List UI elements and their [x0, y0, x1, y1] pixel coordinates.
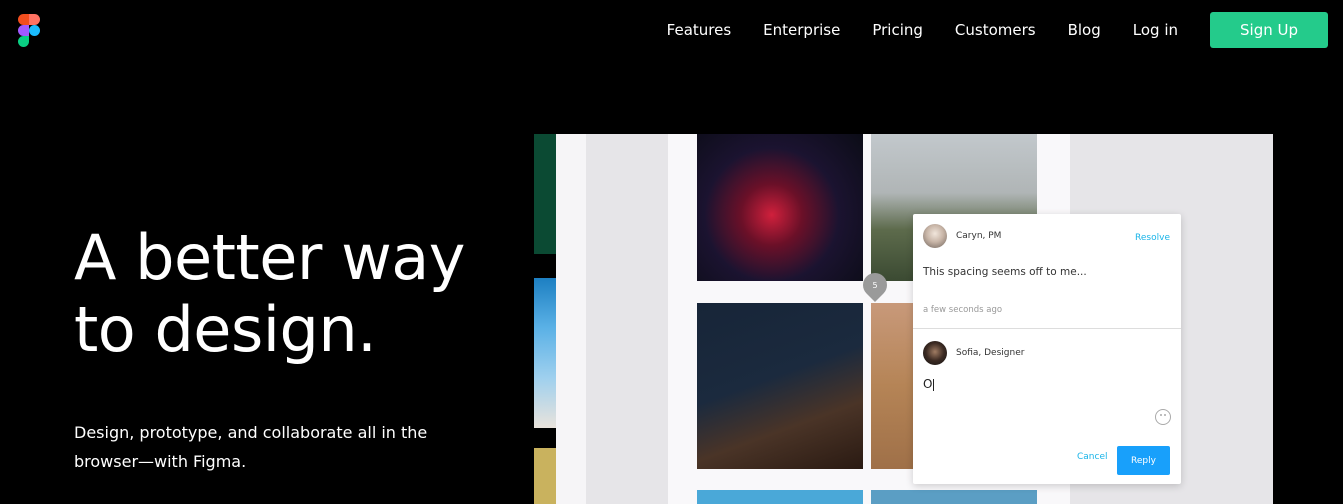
avatar [923, 224, 947, 248]
comment-message: This spacing seems off to me... [923, 266, 1087, 278]
reply-header: Sofia, Designer [923, 341, 1024, 365]
neon-city-photo [697, 134, 863, 281]
nav-features[interactable]: Features [667, 21, 732, 39]
comment-author: Caryn, PM [956, 231, 1002, 241]
reply-button[interactable]: Reply [1117, 446, 1170, 475]
night-rock-photo [697, 303, 863, 469]
hero-title-line1: A better way [74, 221, 465, 294]
canvas-gutter [556, 134, 586, 504]
hero-title-line2: to design. [74, 293, 377, 366]
nav-blog[interactable]: Blog [1068, 21, 1101, 39]
hero-title: A better way to design. [74, 222, 465, 366]
top-nav: Features Enterprise Pricing Customers Bl… [635, 12, 1328, 48]
reply-input[interactable]: O [923, 377, 935, 391]
nav-enterprise[interactable]: Enterprise [763, 21, 840, 39]
divider [913, 328, 1181, 329]
hero-subtitle: Design, prototype, and collaborate all i… [74, 423, 428, 471]
comment-header: Caryn, PM [923, 224, 1001, 248]
comment-pin-number: 5 [872, 280, 878, 290]
resolve-link[interactable]: Resolve [1135, 233, 1170, 243]
product-showcase: 5 Caryn, PM Resolve This spacing seems o… [534, 134, 1273, 504]
reply-input-text: O [923, 377, 933, 391]
signup-button[interactable]: Sign Up [1210, 12, 1328, 48]
cancel-button[interactable]: Cancel [1077, 452, 1108, 462]
nav-customers[interactable]: Customers [955, 21, 1036, 39]
reply-author: Sofia, Designer [956, 348, 1025, 358]
figma-logo[interactable] [18, 14, 42, 48]
nav-login[interactable]: Log in [1133, 21, 1178, 39]
comment-timestamp: a few seconds ago [923, 305, 1003, 315]
nav-pricing[interactable]: Pricing [872, 21, 923, 39]
comment-card: Caryn, PM Resolve This spacing seems off… [913, 214, 1181, 484]
avatar [923, 341, 947, 365]
sea-photo-right [871, 490, 1037, 504]
left-image-strip [534, 134, 556, 504]
emoji-icon[interactable] [1155, 409, 1171, 425]
sea-photo-left [697, 490, 863, 504]
